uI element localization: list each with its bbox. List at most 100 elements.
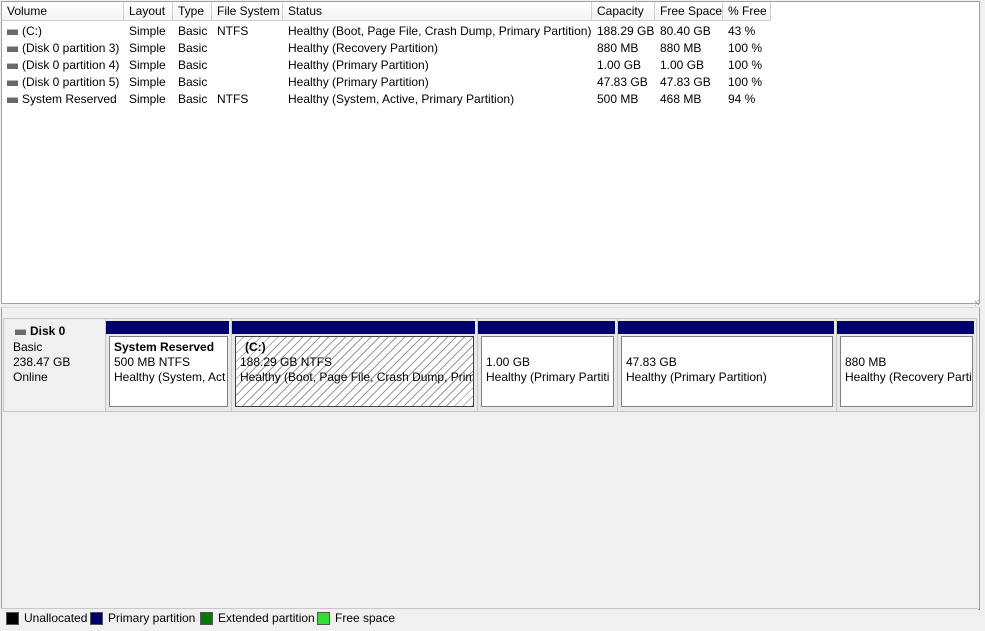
capacity-cell: 880 MB <box>597 41 639 55</box>
layout-cell: Simple <box>129 75 166 89</box>
legend-swatch <box>90 612 103 625</box>
table-row[interactable]: System Reserved Simple Basic NTFS Health… <box>2 91 979 108</box>
volume-name: (Disk 0 partition 3) <box>22 41 120 55</box>
percent-free-cell: 100 % <box>728 41 763 55</box>
volume-icon <box>7 45 18 52</box>
partition-type-cap <box>106 321 229 334</box>
partition-type-cap <box>837 321 974 334</box>
table-row[interactable]: (C:) Simple Basic NTFS Healthy (Boot, Pa… <box>2 23 979 40</box>
file-system-cell <box>212 40 283 57</box>
capacity-cell: 500 MB <box>597 92 639 106</box>
column-header-percent-free[interactable]: % Free <box>723 2 771 21</box>
volume-cell: (Disk 0 partition 3) <box>2 40 124 57</box>
partition-size: 880 MB <box>845 355 887 369</box>
type-cell: Basic <box>178 92 208 106</box>
partition-system-reserved[interactable]: System Reserved 500 MB NTFS Healthy (Sys… <box>106 319 232 411</box>
file-system-cell: NTFS <box>217 24 249 38</box>
resize-grip[interactable] <box>975 300 979 306</box>
partition-size: 500 MB NTFS <box>114 355 191 369</box>
file-system-cell <box>212 74 283 91</box>
disk-icon <box>15 328 26 335</box>
legend-swatch <box>6 612 19 625</box>
legend-label: Unallocated <box>24 611 88 625</box>
partition-body[interactable]: 47.83 GB Healthy (Primary Partition) <box>621 336 833 407</box>
status-cell: Healthy (Primary Partition) <box>288 75 429 89</box>
percent-free-cell: 94 % <box>728 92 756 106</box>
legend: Unallocated Primary partition Extended p… <box>1 608 978 628</box>
capacity-cell: 188.29 GB <box>597 24 655 38</box>
column-header-free-space[interactable]: Free Space <box>655 2 723 21</box>
partition-status: Healthy (Primary Partiti <box>486 370 610 384</box>
partition-status: Healthy (System, Act <box>114 370 226 384</box>
partition-size: 1.00 GB <box>486 355 531 369</box>
free-space-cell: 47.83 GB <box>660 75 711 89</box>
volume-cell: (C:) <box>2 23 124 40</box>
partition-type-cap <box>232 321 475 334</box>
file-system-cell: NTFS <box>217 92 249 106</box>
type-cell: Basic <box>178 41 208 55</box>
volume-list[interactable]: Volume Layout Type File System Status Ca… <box>1 1 980 304</box>
layout-cell: Simple <box>129 24 166 38</box>
volume-name: (Disk 0 partition 5) <box>22 75 120 89</box>
status-cell: Healthy (System, Active, Primary Partiti… <box>288 92 515 106</box>
table-row[interactable]: (Disk 0 partition 3) Simple Basic Health… <box>2 40 979 57</box>
column-header-status[interactable]: Status <box>283 2 592 21</box>
partition-type-cap <box>618 321 834 334</box>
type-cell: Basic <box>178 75 208 89</box>
partition-c-drive[interactable]: (C:) 188.29 GB NTFS Healthy (Boot, Page … <box>232 319 478 411</box>
disk-label-panel[interactable]: Disk 0 Basic 238.47 GB Online <box>3 318 106 412</box>
free-space-cell: 1.00 GB <box>660 58 705 72</box>
partition-body[interactable]: 1.00 GB Healthy (Primary Partiti <box>481 336 614 407</box>
layout-cell: Simple <box>129 58 166 72</box>
legend-item-unallocated: Unallocated <box>6 612 87 625</box>
status-cell: Healthy (Recovery Partition) <box>288 41 439 55</box>
disk-graphical-view[interactable]: Disk 0 Basic 238.47 GB Online System Res… <box>1 307 980 610</box>
legend-label: Extended partition <box>218 611 315 625</box>
column-header-capacity[interactable]: Capacity <box>592 2 655 21</box>
legend-swatch <box>200 612 213 625</box>
free-space-cell: 880 MB <box>660 41 702 55</box>
column-header-volume[interactable]: Volume <box>2 2 124 21</box>
volume-cell: (Disk 0 partition 4) <box>2 57 124 74</box>
table-row[interactable]: (Disk 0 partition 5) Simple Basic Health… <box>2 74 979 91</box>
partition-status: Healthy (Recovery Parti <box>845 370 972 384</box>
disk-size: 238.47 GB <box>13 355 71 369</box>
volume-cell: System Reserved <box>2 91 124 108</box>
volume-name: (Disk 0 partition 4) <box>22 58 120 72</box>
percent-free-cell: 100 % <box>728 75 763 89</box>
disk-name-line: Disk 0 <box>15 324 65 338</box>
disk-name: Disk 0 <box>30 324 66 338</box>
layout-cell: Simple <box>129 92 166 106</box>
volume-icon <box>7 28 18 35</box>
disk-state: Online <box>13 370 48 384</box>
partition-body-selected[interactable]: (C:) 188.29 GB NTFS Healthy (Boot, Page … <box>235 336 474 407</box>
partition-title: (C:) <box>245 340 266 354</box>
type-cell: Basic <box>178 58 208 72</box>
partition-size: 47.83 GB <box>626 355 677 369</box>
volume-icon <box>7 62 18 69</box>
legend-item-extended: Extended partition <box>200 612 315 625</box>
capacity-cell: 47.83 GB <box>597 75 648 89</box>
volume-list-header: Volume Layout Type File System Status Ca… <box>2 2 979 22</box>
volume-cell: (Disk 0 partition 5) <box>2 74 124 91</box>
layout-cell: Simple <box>129 41 166 55</box>
free-space-cell: 80.40 GB <box>660 24 711 38</box>
disk-type: Basic <box>13 340 43 354</box>
column-header-file-system[interactable]: File System <box>212 2 283 21</box>
volume-name: System Reserved <box>22 92 117 106</box>
legend-swatch <box>317 612 330 625</box>
table-row[interactable]: (Disk 0 partition 4) Simple Basic Health… <box>2 57 979 74</box>
column-header-type[interactable]: Type <box>173 2 212 21</box>
partition-5[interactable]: 47.83 GB Healthy (Primary Partition) <box>618 319 837 411</box>
partition-size: 188.29 GB NTFS <box>240 355 333 369</box>
legend-item-primary: Primary partition <box>90 612 195 625</box>
legend-item-free-space: Free space <box>317 612 395 625</box>
file-system-cell <box>212 57 283 74</box>
partition-title: System Reserved <box>114 340 215 354</box>
column-header-layout[interactable]: Layout <box>124 2 173 21</box>
partition-4[interactable]: 1.00 GB Healthy (Primary Partiti <box>478 319 618 411</box>
partition-3-recovery[interactable]: 880 MB Healthy (Recovery Parti <box>837 319 976 411</box>
partition-type-cap <box>478 321 615 334</box>
partition-body[interactable]: 880 MB Healthy (Recovery Parti <box>840 336 973 407</box>
partition-body[interactable]: System Reserved 500 MB NTFS Healthy (Sys… <box>109 336 228 407</box>
